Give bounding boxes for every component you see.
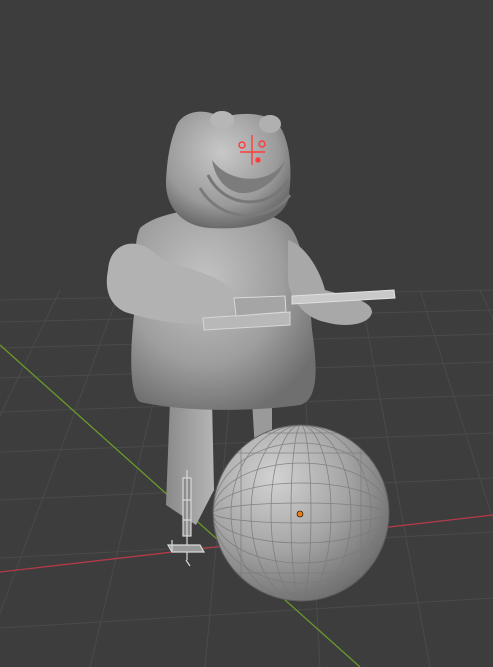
viewport-canvas[interactable]: [0, 0, 493, 667]
object-origin: [296, 510, 304, 518]
3d-viewport[interactable]: [0, 0, 493, 667]
character-head: [165, 111, 292, 229]
